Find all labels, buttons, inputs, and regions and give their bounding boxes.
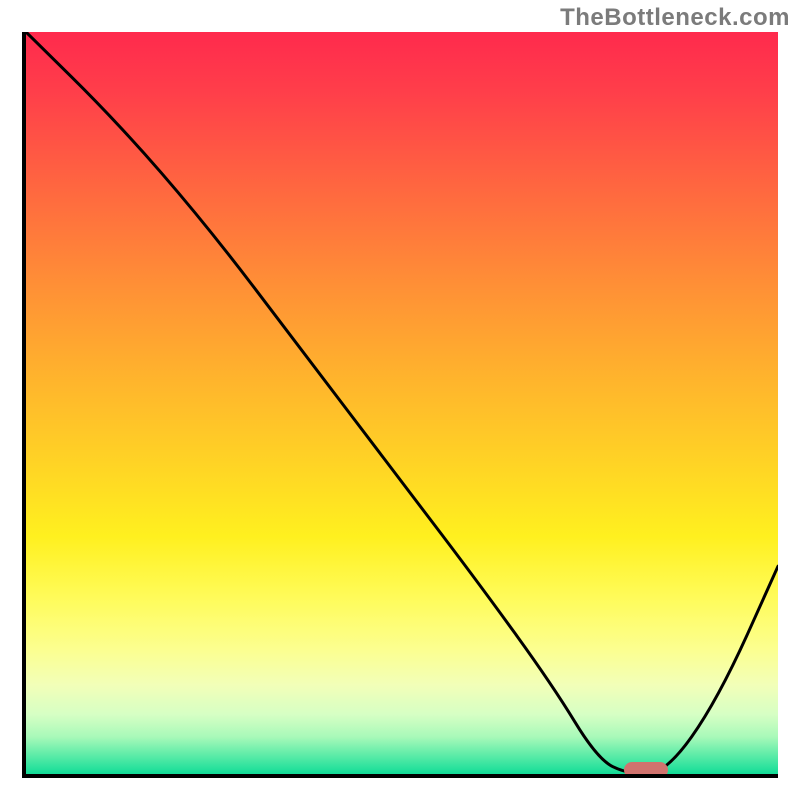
- optimal-marker: [624, 762, 668, 778]
- chart-stage: TheBottleneck.com: [0, 0, 800, 800]
- watermark-text: TheBottleneck.com: [560, 4, 790, 32]
- heat-gradient: [26, 32, 778, 774]
- plot-frame: [22, 32, 778, 778]
